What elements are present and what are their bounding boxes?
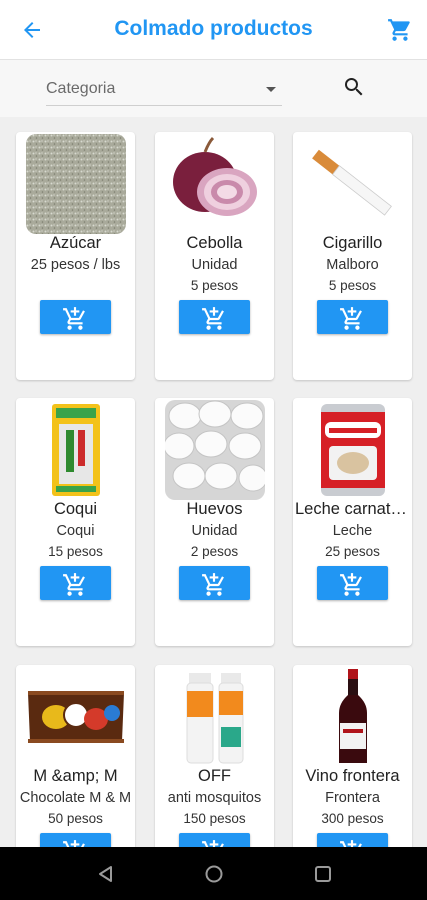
app-bar: Colmado productos [0, 0, 427, 60]
product-subtitle: Malboro [326, 257, 379, 273]
product-card[interactable]: Cigarillo Malboro 5 pesos [293, 132, 412, 380]
shopping-cart-icon[interactable] [387, 17, 413, 43]
product-name: Leche carnation [295, 500, 410, 518]
product-price: 300 pesos [321, 811, 384, 826]
product-card[interactable]: Azúcar 25 pesos / lbs [16, 132, 135, 380]
nav-back-icon[interactable] [96, 864, 116, 884]
add-to-cart-button[interactable] [40, 566, 111, 600]
product-name: Vino frontera [305, 767, 400, 785]
product-price: 25 pesos [325, 544, 380, 559]
product-price: 5 pesos [190, 278, 239, 293]
product-name: M &amp; M [33, 767, 118, 785]
product-card[interactable]: Cebolla Unidad 5 pesos [155, 132, 274, 380]
add-shopping-cart-icon [202, 573, 224, 596]
product-name: Azúcar [49, 234, 102, 252]
product-subtitle: Leche [332, 523, 373, 539]
onion-image [165, 134, 265, 234]
chevron-down-icon [266, 87, 276, 92]
eggs-image [163, 400, 268, 500]
wine-bottle-image [303, 667, 403, 767]
product-card[interactable]: Huevos Unidad 2 pesos [155, 398, 274, 646]
add-shopping-cart-icon [63, 573, 85, 596]
product-name: Cigarillo [322, 234, 383, 252]
add-to-cart-button[interactable] [179, 566, 250, 600]
page-title: Colmado productos [114, 17, 313, 40]
product-price: 15 pesos [48, 544, 103, 559]
product-price: 2 pesos [190, 544, 239, 559]
category-select-value: Categoria [46, 80, 116, 97]
add-shopping-cart-icon [202, 307, 224, 330]
product-name: OFF [198, 767, 231, 785]
cigarette-image [303, 134, 403, 234]
product-subtitle: Frontera [325, 790, 380, 806]
add-to-cart-button[interactable] [317, 566, 388, 600]
mm-bag-image [26, 667, 126, 767]
system-nav-bar [0, 847, 427, 900]
product-name: Cebolla [186, 234, 243, 252]
product-subtitle: anti mosquitos [167, 790, 262, 806]
add-to-cart-button[interactable] [317, 300, 388, 334]
sugar-image [26, 134, 126, 234]
nav-home-icon[interactable] [204, 864, 224, 884]
product-subtitle: Unidad [191, 523, 238, 539]
coqui-pack-image [26, 400, 126, 500]
product-card[interactable]: Leche carnation Leche 25 pesos [293, 398, 412, 646]
product-name: Huevos [186, 500, 243, 518]
product-subtitle: Coqui [56, 523, 95, 539]
add-shopping-cart-icon [340, 307, 362, 330]
category-select[interactable]: Categoria [46, 76, 282, 106]
product-name: Coqui [53, 500, 98, 518]
product-price: 150 pesos [183, 811, 246, 826]
search-icon[interactable] [342, 75, 366, 99]
milk-can-image [303, 400, 403, 500]
nav-recents-icon[interactable] [313, 864, 333, 884]
add-shopping-cart-icon [63, 307, 85, 330]
off-spray-image [165, 667, 265, 767]
product-subtitle: Unidad [191, 257, 238, 273]
add-shopping-cart-icon [340, 573, 362, 596]
product-subtitle: 25 pesos / lbs [30, 257, 121, 273]
product-card[interactable]: Coqui Coqui 15 pesos [16, 398, 135, 646]
product-subtitle: Chocolate M & M [19, 790, 132, 806]
product-price: 50 pesos [48, 811, 103, 826]
product-price: 5 pesos [328, 278, 377, 293]
add-to-cart-button[interactable] [179, 300, 250, 334]
add-to-cart-button[interactable] [40, 300, 111, 334]
